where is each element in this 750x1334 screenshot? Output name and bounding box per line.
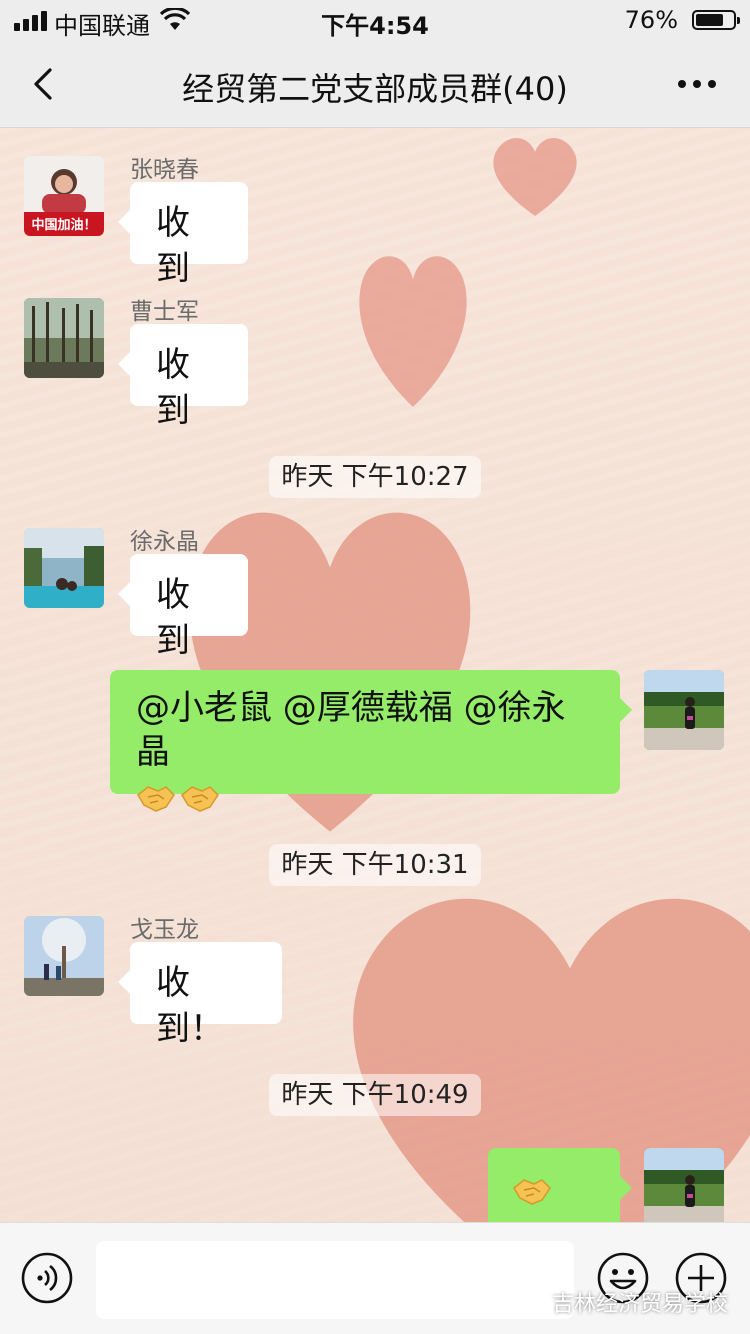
handshake-emoji-icon <box>181 785 219 812</box>
avatar-image <box>24 916 104 996</box>
voice-icon[interactable] <box>20 1251 74 1305</box>
battery-icon <box>692 10 740 30</box>
nav-bar: 经贸第二党支部成员群(40) <box>0 42 750 128</box>
message-input[interactable] <box>96 1241 574 1319</box>
watermark-text: 吉林经济贸易学校 <box>551 1292 728 1317</box>
avatar[interactable]: 中国加油！ <box>24 156 104 236</box>
my-avatar[interactable] <box>644 1148 724 1222</box>
my-message-bubble[interactable]: @小老鼠 @厚德载福 @徐永晶 <box>110 670 632 812</box>
message-bubble[interactable]: 收到 <box>118 182 248 289</box>
handshake-emoji-icon <box>137 785 175 812</box>
battery-percent: 76% <box>624 6 678 34</box>
avatar-image <box>644 670 724 750</box>
heart-decoration <box>359 256 467 407</box>
timestamp: 昨天 下午10:31 <box>0 844 750 886</box>
sender-name: 徐永晶 <box>130 529 199 555</box>
avatar[interactable] <box>24 916 104 996</box>
chat-title: 经贸第二党支部成员群(40) <box>182 70 568 108</box>
my-message-bubble[interactable] <box>488 1148 632 1251</box>
status-bar: 中国联通 下午4:54 76% <box>0 0 750 42</box>
timestamp: 昨天 下午10:49 <box>0 1074 750 1116</box>
sender-name: 曹士军 <box>130 299 199 325</box>
message-text: @小老鼠 @厚德载福 @徐永晶 <box>136 688 566 772</box>
message-bubble[interactable]: 收到 <box>118 324 248 431</box>
timestamp: 昨天 下午10:27 <box>0 456 750 498</box>
avatar[interactable] <box>24 528 104 608</box>
my-avatar[interactable] <box>644 670 724 750</box>
avatar-badge: 中国加油！ <box>31 218 97 233</box>
message-bubble[interactable]: 收到 <box>118 554 248 661</box>
watermark: 吉林经济贸易学校 <box>520 1286 728 1318</box>
avatar[interactable] <box>24 298 104 378</box>
message-bubble[interactable]: 收到！ <box>118 942 282 1049</box>
heart-decoration <box>493 138 577 216</box>
emoji-row <box>136 774 594 818</box>
sender-name: 戈玉龙 <box>130 917 199 943</box>
avatar-image <box>644 1148 724 1222</box>
avatar-image <box>24 298 104 378</box>
more-icon[interactable] <box>674 64 720 104</box>
handshake-emoji-icon <box>513 1178 551 1205</box>
sender-name: 张晓春 <box>130 157 199 183</box>
wechat-logo-icon <box>520 1291 546 1312</box>
avatar-image <box>24 528 104 608</box>
